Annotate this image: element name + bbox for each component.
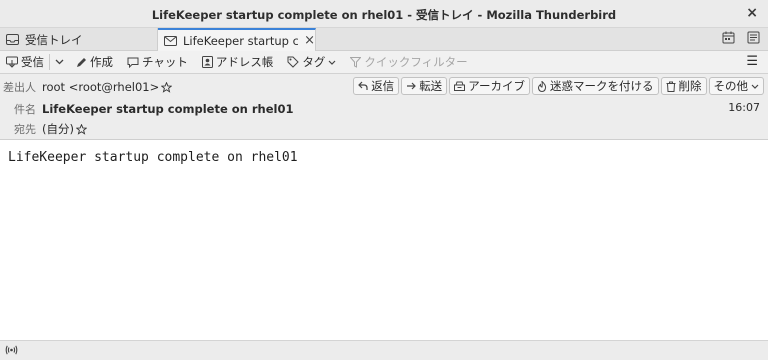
inbox-icon (6, 34, 19, 45)
status-bar (0, 340, 768, 360)
subject-row: 件名 LifeKeeper startup complete on rhel01 (0, 99, 293, 119)
compose-label: 作成 (90, 55, 113, 69)
message-time: 16:07 (728, 101, 760, 114)
to-value[interactable]: (自分) (42, 121, 74, 137)
forward-label: 転送 (419, 79, 443, 93)
message-body: LifeKeeper startup complete on rhel01 (0, 140, 768, 340)
compose-button[interactable]: 作成 (76, 54, 113, 70)
addressbook-icon (201, 56, 213, 68)
reply-icon (358, 81, 368, 91)
more-button[interactable]: その他 (708, 77, 764, 95)
archive-icon (454, 81, 466, 91)
tag-label: タグ (302, 55, 326, 69)
to-label: 宛先 (14, 123, 36, 136)
tag-button[interactable]: タグ (287, 54, 336, 70)
addressbook-button[interactable]: アドレス帳 (201, 54, 274, 70)
tab-close-button[interactable]: × (304, 33, 315, 48)
quickfilter-button[interactable]: クイックフィルター (350, 54, 468, 70)
message-actions: 返信 転送 アーカイブ 迷惑マークを付ける 削除 その他 (353, 77, 764, 95)
forward-button[interactable]: 転送 (401, 77, 448, 95)
reply-label: 返信 (371, 79, 395, 93)
from-label: 差出人 (3, 81, 36, 94)
receive-dropdown[interactable] (55, 59, 64, 65)
tab-message-label: LifeKeeper startup complete on rhel01 (183, 33, 299, 48)
pencil-icon (76, 57, 87, 68)
receive-button[interactable]: 受信 (6, 54, 50, 70)
subject-value: LifeKeeper startup complete on rhel01 (42, 102, 294, 116)
tab-inbox-label: 受信トレイ (25, 32, 83, 47)
download-icon (6, 56, 18, 68)
star-icon[interactable] (75, 123, 87, 135)
chevron-down-icon (328, 60, 336, 65)
message-header: 差出人 root <root@rhel01> 返信 転送 アーカイブ 迷惑マーク… (0, 74, 768, 140)
star-icon[interactable] (161, 81, 173, 93)
archive-button[interactable]: アーカイブ (449, 77, 530, 95)
online-status-icon[interactable] (5, 344, 18, 356)
quickfilter-label: クイックフィルター (364, 55, 468, 69)
tasks-icon[interactable] (747, 31, 760, 44)
tab-inbox[interactable]: 受信トレイ (0, 28, 158, 51)
mail-icon (164, 35, 177, 46)
window-title: LifeKeeper startup complete on rhel01 - … (151, 8, 617, 22)
window-titlebar: LifeKeeper startup complete on rhel01 - … (0, 0, 768, 28)
delete-button[interactable]: 削除 (660, 77, 707, 95)
window-close-button[interactable]: × (746, 5, 758, 21)
chat-label: チャット (142, 55, 188, 69)
tag-icon (287, 56, 300, 68)
filter-icon (350, 56, 362, 68)
receive-label: 受信 (21, 55, 44, 69)
app-menu-button[interactable]: ☰ (746, 54, 758, 69)
message-body-text: LifeKeeper startup complete on rhel01 (8, 150, 298, 165)
tab-bar: 受信トレイ LifeKeeper startup complete on rhe… (0, 28, 768, 51)
to-row: 宛先 (自分) (0, 119, 87, 139)
chevron-down-icon (751, 84, 759, 89)
junk-button[interactable]: 迷惑マークを付ける (532, 77, 659, 95)
addressbook-label: アドレス帳 (215, 55, 274, 69)
delete-label: 削除 (678, 79, 702, 93)
from-row: 差出人 root <root@rhel01> (0, 77, 173, 97)
junk-label: 迷惑マークを付ける (550, 79, 654, 93)
reply-button[interactable]: 返信 (353, 77, 400, 95)
trash-icon (666, 81, 676, 92)
subject-label: 件名 (14, 103, 36, 116)
fire-icon (537, 80, 547, 92)
chevron-down-icon (55, 59, 64, 65)
tab-message[interactable]: LifeKeeper startup complete on rhel01 × (158, 28, 316, 51)
archive-label: アーカイブ (468, 79, 525, 93)
chat-button[interactable]: チャット (127, 54, 188, 70)
from-value[interactable]: root <root@rhel01> (42, 80, 159, 94)
chat-icon (127, 57, 139, 68)
more-label: その他 (713, 79, 749, 93)
forward-icon (406, 81, 417, 91)
calendar-icon[interactable] (722, 31, 735, 44)
main-toolbar: 受信 作成 チャット アドレス帳 タグ クイックフィルター ☰ (0, 51, 768, 74)
